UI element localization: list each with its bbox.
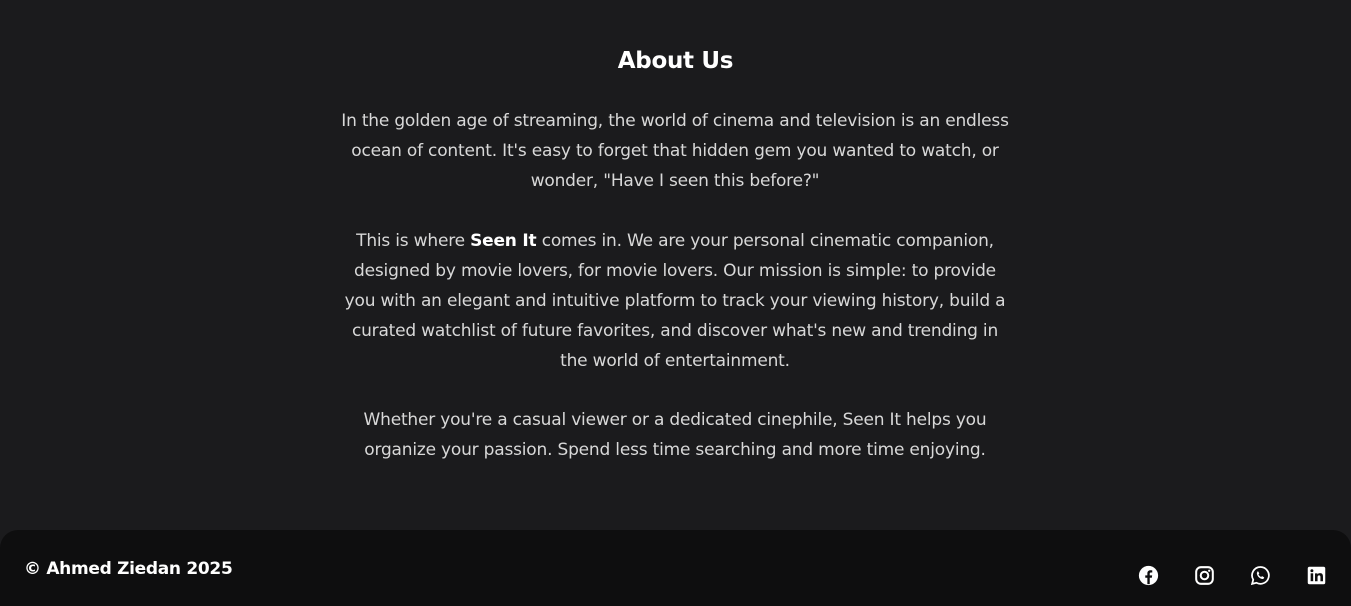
- about-paragraph-3: Whether you're a casual viewer or a dedi…: [363, 410, 987, 460]
- about-paragraph-2-intro: This is where: [356, 231, 471, 251]
- facebook-link[interactable]: [1137, 564, 1159, 586]
- footer: © Ahmed Ziedan 2025: [0, 530, 1351, 606]
- whatsapp-link[interactable]: [1249, 564, 1271, 586]
- about-paragraph-1: In the golden age of streaming, the worl…: [341, 111, 1009, 191]
- facebook-icon: [1138, 565, 1159, 586]
- social-links: [1137, 564, 1327, 586]
- linkedin-icon: [1306, 565, 1327, 586]
- about-paragraph-2-body: comes in. We are your personal cinematic…: [344, 231, 1006, 371]
- instagram-icon: [1194, 565, 1215, 586]
- whatsapp-icon: [1250, 565, 1271, 586]
- copyright-text: © Ahmed Ziedan 2025: [24, 559, 233, 579]
- brand-name: Seen It: [470, 231, 537, 251]
- about-section: About Us In the golden age of streaming,…: [0, 0, 1351, 530]
- instagram-link[interactable]: [1193, 564, 1215, 586]
- linkedin-link[interactable]: [1305, 564, 1327, 586]
- about-title: About Us: [617, 48, 734, 74]
- about-paragraph-2: This is where Seen It comes in. We are y…: [340, 226, 1010, 376]
